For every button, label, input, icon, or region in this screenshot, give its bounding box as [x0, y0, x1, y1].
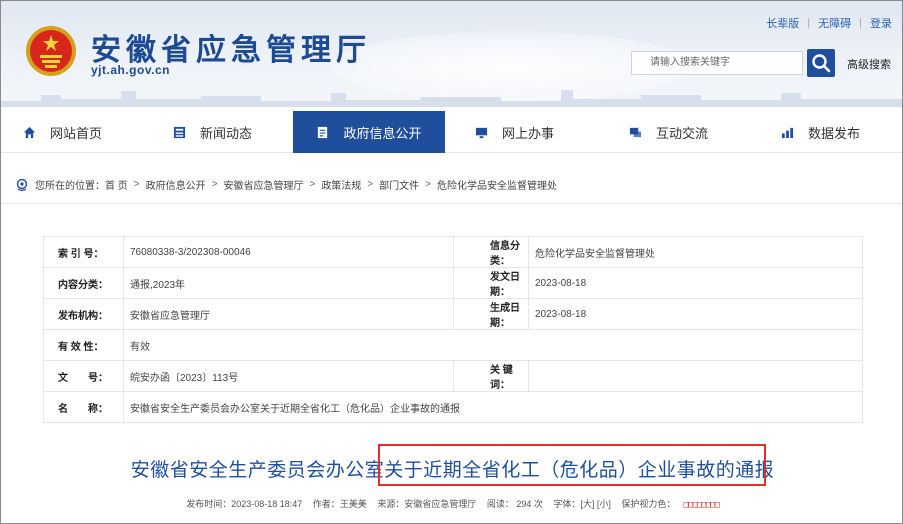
document-icon — [318, 126, 328, 138]
breadcrumb-department[interactable]: 安徽省应急管理厅 — [223, 177, 303, 192]
accessibility-link[interactable]: 无障碍 — [818, 15, 851, 31]
eye-protection-label: 保护视力色： — [621, 499, 676, 509]
table-row: 文 号： 皖安办函〔2023〕113号 关 键 词： — [43, 360, 863, 392]
breadcrumb-hazchem[interactable]: 危险化学品安全监督管理处 — [437, 177, 557, 192]
browser-frame: 安徽省应急管理厅 yjt.ah.gov.cn 长辈版 | 无障碍 | 登录 请输… — [0, 0, 903, 524]
effective-date-label: 生成日期： — [453, 298, 529, 330]
content-category-value: 通报,2023年 — [123, 267, 454, 299]
breadcrumb-home[interactable]: 首 页 — [105, 177, 128, 192]
article-meta: 发布时间：2023-08-18 18:47 作者：王美美 来源：安徽省应急管理厅… — [1, 497, 902, 510]
doc-no-value: 皖安办函〔2023〕113号 — [123, 360, 454, 392]
issue-date-label: 发文日期： — [453, 267, 529, 299]
login-link[interactable]: 登录 — [870, 15, 892, 31]
news-icon — [173, 126, 186, 138]
doc-no-label: 文 号： — [43, 360, 124, 392]
doc-info-table: 索 引 号： 76080338-3/202308-00046 信息分类： 危险化… — [43, 236, 863, 423]
nav-item-data-release[interactable]: 数据发布 — [781, 111, 901, 153]
elder-version-link[interactable]: 长辈版 — [766, 15, 799, 31]
validity-label: 有 效 性： — [43, 329, 124, 361]
publish-time: 发布时间：2023-08-18 18:47 — [186, 499, 303, 509]
info-category-label: 信息分类： — [453, 236, 529, 268]
nav-label: 互动交流 — [656, 125, 709, 141]
name-value: 安徽省安全生产委员会办公室关于近期全省化工（危化品）企业事故的通报 — [123, 391, 863, 423]
nav-item-home[interactable]: 网站首页 — [23, 111, 143, 153]
nav-label: 网上办事 — [502, 125, 555, 141]
issue-date-value: 2023-08-18 — [528, 267, 863, 299]
effective-date-value: 2023-08-18 — [528, 298, 863, 330]
national-emblem-icon — [26, 26, 76, 76]
site-header: 安徽省应急管理厅 yjt.ah.gov.cn 长辈版 | 无障碍 | 登录 请输… — [1, 1, 902, 107]
highlight-annotation-box — [378, 444, 766, 486]
keywords-label: 关 键 词： — [453, 360, 529, 392]
monitor-icon — [475, 127, 488, 138]
author: 作者：王美美 — [312, 499, 367, 509]
divider — [1, 203, 902, 204]
skyline-decoration — [1, 90, 902, 107]
chart-icon — [781, 127, 794, 138]
nav-item-interaction[interactable]: 互动交流 — [629, 111, 749, 153]
breadcrumb-policy[interactable]: 政策法规 — [321, 177, 361, 192]
search-button[interactable] — [807, 49, 835, 77]
eye-protection-color-swatches[interactable]: □□□□□□□□ — [683, 500, 719, 510]
table-row: 索 引 号： 76080338-3/202308-00046 信息分类： 危险化… — [43, 236, 863, 268]
content-category-label: 内容分类： — [43, 267, 124, 299]
index-no-label: 索 引 号： — [43, 236, 124, 268]
top-links: 长辈版 | 无障碍 | 登录 — [766, 15, 892, 31]
nav-item-gov-info[interactable]: 政府信息公开 — [293, 111, 445, 153]
font-size-control[interactable]: 字体：[大] [小] — [553, 499, 611, 509]
breadcrumb-dept-docs[interactable]: 部门文件 — [379, 177, 419, 192]
breadcrumb-gov-info[interactable]: 政府信息公开 — [146, 177, 206, 192]
nav-label: 新闻动态 — [200, 125, 253, 141]
source: 来源：安徽省应急管理厅 — [377, 499, 477, 509]
search-input[interactable]: 请输入搜索关键字 — [631, 51, 803, 75]
site-url: yjt.ah.gov.cn — [91, 63, 170, 77]
nav-label: 网站首页 — [50, 125, 103, 141]
read-count: 阅读： 294 次 — [486, 499, 543, 509]
breadcrumb: 您所在的位置： 首 页 > 政府信息公开 > 安徽省应急管理厅 > 政策法规 >… — [15, 177, 557, 192]
info-category-value: 危险化学品安全监督管理处 — [528, 236, 863, 268]
home-icon — [23, 126, 36, 138]
keywords-value — [528, 360, 863, 392]
table-row: 名 称： 安徽省安全生产委员会办公室关于近期全省化工（危化品）企业事故的通报 — [43, 391, 863, 423]
table-row: 发布机构： 安徽省应急管理厅 生成日期： 2023-08-18 — [43, 298, 863, 330]
main-nav: 网站首页 新闻动态 政府信息公开 网上办事 互动交流 数据发布 — [1, 111, 902, 153]
index-no-value: 76080338-3/202308-00046 — [123, 236, 454, 268]
location-pin-icon — [16, 178, 28, 191]
validity-value: 有效 — [123, 329, 863, 361]
publisher-value: 安徽省应急管理厅 — [123, 298, 454, 330]
search-icon — [812, 54, 831, 73]
publisher-label: 发布机构： — [43, 298, 124, 330]
nav-label: 政府信息公开 — [343, 125, 422, 141]
table-row: 内容分类： 通报,2023年 发文日期： 2023-08-18 — [43, 267, 863, 299]
nav-label: 数据发布 — [808, 125, 861, 141]
breadcrumb-prefix: 您所在的位置： — [35, 181, 105, 192]
name-label: 名 称： — [43, 391, 124, 423]
advanced-search-link[interactable]: 高级搜索 — [847, 56, 891, 72]
chat-icon — [629, 127, 642, 137]
nav-item-online-services[interactable]: 网上办事 — [475, 111, 595, 153]
nav-item-news[interactable]: 新闻动态 — [173, 111, 293, 153]
table-row: 有 效 性： 有效 — [43, 329, 863, 361]
